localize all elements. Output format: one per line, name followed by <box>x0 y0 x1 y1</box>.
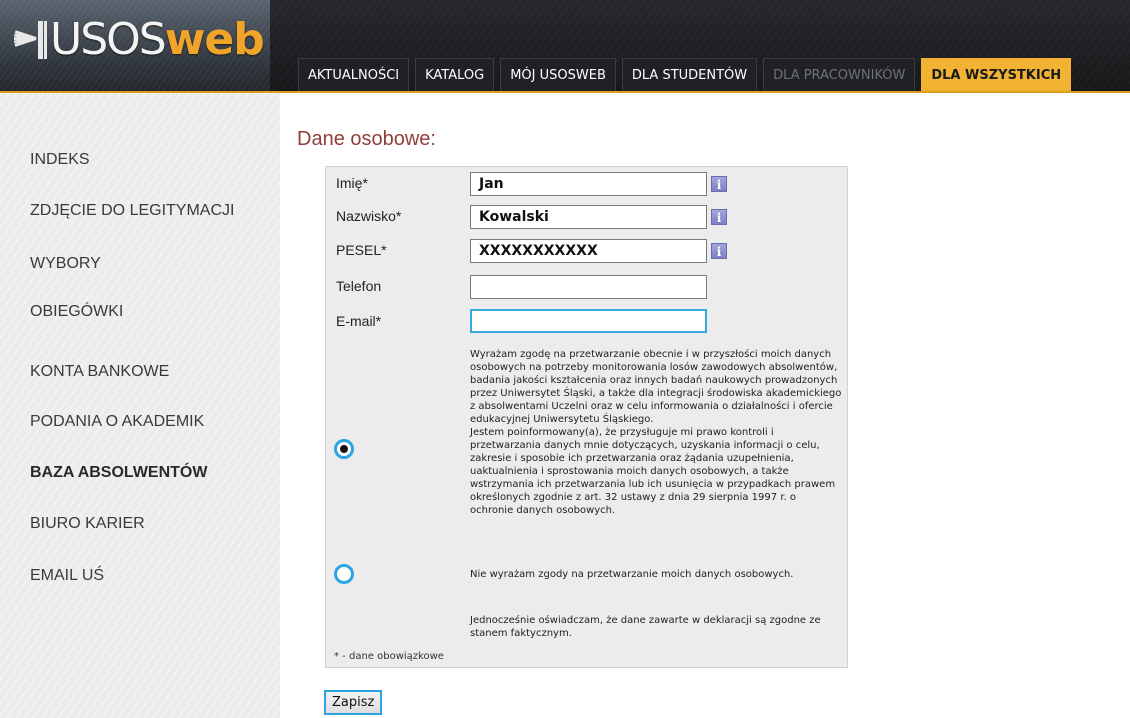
label-imie: Imię* <box>336 175 368 191</box>
personal-data-form: Imię* Jan i Nazwisko* Kowalski i PESEL* … <box>325 166 848 668</box>
pesel-field[interactable]: XXXXXXXXXXX <box>470 239 707 263</box>
main-nav-tabs: AKTUALNOŚCI KATALOG MÓJ USOSWEB DLA STUD… <box>298 58 1072 91</box>
top-header: USOS web AKTUALNOŚCI KATALOG MÓJ USOSWEB… <box>0 0 1130 93</box>
tab-katalog[interactable]: KATALOG <box>415 58 495 91</box>
usosweb-logo[interactable]: USOS web <box>14 10 265 70</box>
declaration-text: Jednocześnie oświadczam, że dane zawarte… <box>470 615 821 639</box>
tab-dla-studentow[interactable]: DLA STUDENTÓW <box>621 58 758 91</box>
info-icon[interactable]: i <box>711 209 727 225</box>
sidebar-item-zdjecie-do-legitymacji[interactable]: ZDJĘCIE DO LEGITYMACJI <box>30 202 234 220</box>
telefon-field[interactable] <box>470 275 707 299</box>
consent-no-text: Nie wyrażam zgody na przetwarzanie moich… <box>470 569 794 580</box>
email-field[interactable] <box>470 309 707 333</box>
sidebar-item-baza-absolwentow[interactable]: BAZA ABSOLWENTÓW <box>30 464 207 482</box>
nazwisko-field[interactable]: Kowalski <box>470 205 707 229</box>
tab-dla-wszystkich[interactable]: DLA WSZYSTKICH <box>921 58 1072 91</box>
label-telefon: Telefon <box>336 278 382 294</box>
logo-text-web: web <box>164 14 265 65</box>
page-title: Dane osobowe: <box>297 128 436 150</box>
sidebar-item-indeks[interactable]: INDEKS <box>30 151 90 169</box>
consent-yes-radio[interactable] <box>334 439 354 459</box>
label-nazwisko: Nazwisko* <box>336 208 402 224</box>
logo-text-usos: USOS <box>50 14 167 65</box>
tab-dla-pracownikow[interactable]: DLA PRACOWNIKÓW <box>763 58 916 91</box>
tab-aktualnosci[interactable]: AKTUALNOŚCI <box>298 58 410 91</box>
sidebar-item-podania-o-akademik[interactable]: PODANIA O AKADEMIK <box>30 413 204 431</box>
imie-field[interactable]: Jan <box>470 172 707 196</box>
tab-moj-usosweb[interactable]: MÓJ USOSWEB <box>500 58 616 91</box>
save-button[interactable]: Zapisz <box>324 690 383 715</box>
sidebar-item-email-us[interactable]: EMAIL UŚ <box>30 567 104 585</box>
label-pesel: PESEL* <box>336 242 387 258</box>
info-icon[interactable]: i <box>711 176 727 192</box>
sidebar-item-biuro-karier[interactable]: BIURO KARIER <box>30 515 145 533</box>
sidebar-item-wybory[interactable]: WYBORY <box>30 255 101 273</box>
radio-selected-dot <box>340 445 348 453</box>
logo-fan-icon <box>14 21 47 59</box>
consent-no-radio[interactable] <box>334 564 354 584</box>
info-icon[interactable]: i <box>711 243 727 259</box>
consent-yes-text: Wyrażam zgodę na przetwarzanie obecnie i… <box>470 349 842 516</box>
sidebar: INDEKS ZDJĘCIE DO LEGITYMACJI WYBORY OBI… <box>0 93 280 718</box>
sidebar-item-obiegowki[interactable]: OBIEGÓWKI <box>30 303 123 321</box>
sidebar-item-konta-bankowe[interactable]: KONTA BANKOWE <box>30 363 169 381</box>
required-fields-note: * - dane obowiązkowe <box>334 651 444 662</box>
label-email: E-mail* <box>336 313 382 329</box>
logo-block[interactable]: USOS web <box>0 0 270 93</box>
